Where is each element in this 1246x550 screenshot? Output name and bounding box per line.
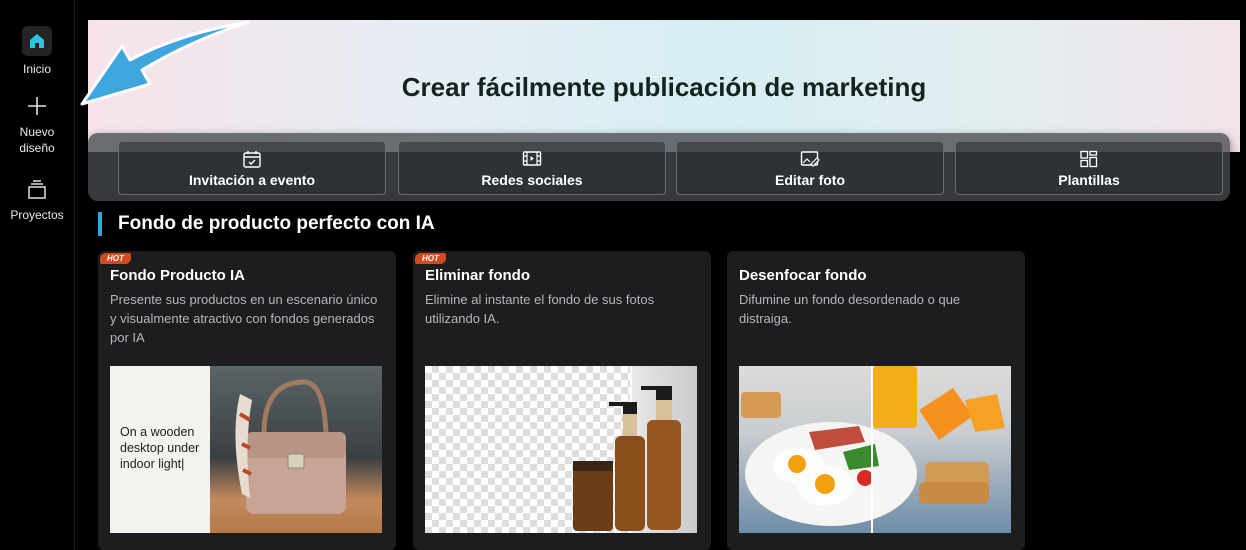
sidebar-item-projects[interactable]: Proyectos — [0, 178, 74, 222]
card-product-background-ai[interactable]: HOT Fondo Producto IA Presente sus produ… — [98, 251, 396, 550]
hero-title: Crear fácilmente publicación de marketin… — [401, 72, 927, 102]
image-edit-icon — [800, 151, 820, 167]
quick-action-label: Redes sociales — [481, 172, 583, 188]
sidebar-item-label: Inicio — [22, 62, 51, 76]
card-blur-background[interactable]: Desenfocar fondo Difumine un fondo desor… — [727, 251, 1025, 550]
handbag-image — [235, 379, 346, 514]
card-title: Fondo Producto IA — [110, 267, 245, 284]
quick-action-event-invitation[interactable]: Invitación a evento — [118, 141, 386, 195]
quick-action-label: Invitación a evento — [188, 172, 316, 188]
quick-actions-bar: Invitación a evento Redes sociales Edita… — [88, 133, 1230, 201]
sidebar-item-new-design[interactable]: Nuevo diseño — [0, 94, 74, 156]
sidebar-item-home[interactable]: Inicio — [0, 26, 74, 76]
card-description: Elimine al instante el fondo de sus foto… — [425, 292, 655, 326]
grid-icon — [1080, 150, 1098, 168]
calendar-check-icon — [243, 151, 261, 168]
quick-action-label: Editar foto — [775, 172, 845, 188]
card-image-breakfast — [739, 366, 1011, 533]
hot-badge: HOT — [415, 253, 446, 264]
quick-action-templates[interactable]: Plantillas — [955, 141, 1223, 195]
app-window: Inicio Nuevo diseño Proyectos Crear fáci… — [0, 0, 1246, 550]
annotation-arrow — [80, 20, 250, 106]
card-title: Eliminar fondo — [425, 267, 530, 284]
video-film-icon — [522, 151, 542, 166]
bottles-image — [573, 386, 681, 531]
card-title: Desenfocar fondo — [739, 267, 867, 284]
section-title: Fondo de producto perfecto con IA — [98, 212, 435, 236]
plus-icon — [28, 97, 46, 115]
sidebar-item-label: Nuevo diseño — [19, 125, 55, 155]
prompt-text: On a wooden desktop under indoor light| — [120, 425, 200, 471]
main-content: Crear fácilmente publicación de marketin… — [88, 20, 1240, 550]
hot-badge: HOT — [100, 253, 131, 264]
sidebar: Inicio Nuevo diseño Proyectos — [0, 0, 75, 550]
sidebar-item-label: Proyectos — [10, 208, 64, 222]
card-image-bottles — [425, 366, 697, 533]
card-remove-background[interactable]: HOT Eliminar fondo Elimine al instante e… — [413, 251, 711, 550]
home-icon — [22, 26, 52, 56]
card-description: Presente sus productos en un escenario ú… — [110, 292, 378, 345]
breakfast-image — [741, 366, 1005, 533]
card-image-product: On a wooden desktop under indoor light| — [110, 366, 382, 533]
stack-icon — [28, 180, 46, 199]
quick-action-social-media[interactable]: Redes sociales — [398, 141, 666, 195]
card-description: Difumine un fondo desordenado o que dist… — [739, 292, 961, 326]
quick-action-edit-photo[interactable]: Editar foto — [676, 141, 944, 195]
quick-action-label: Plantillas — [1058, 172, 1120, 188]
